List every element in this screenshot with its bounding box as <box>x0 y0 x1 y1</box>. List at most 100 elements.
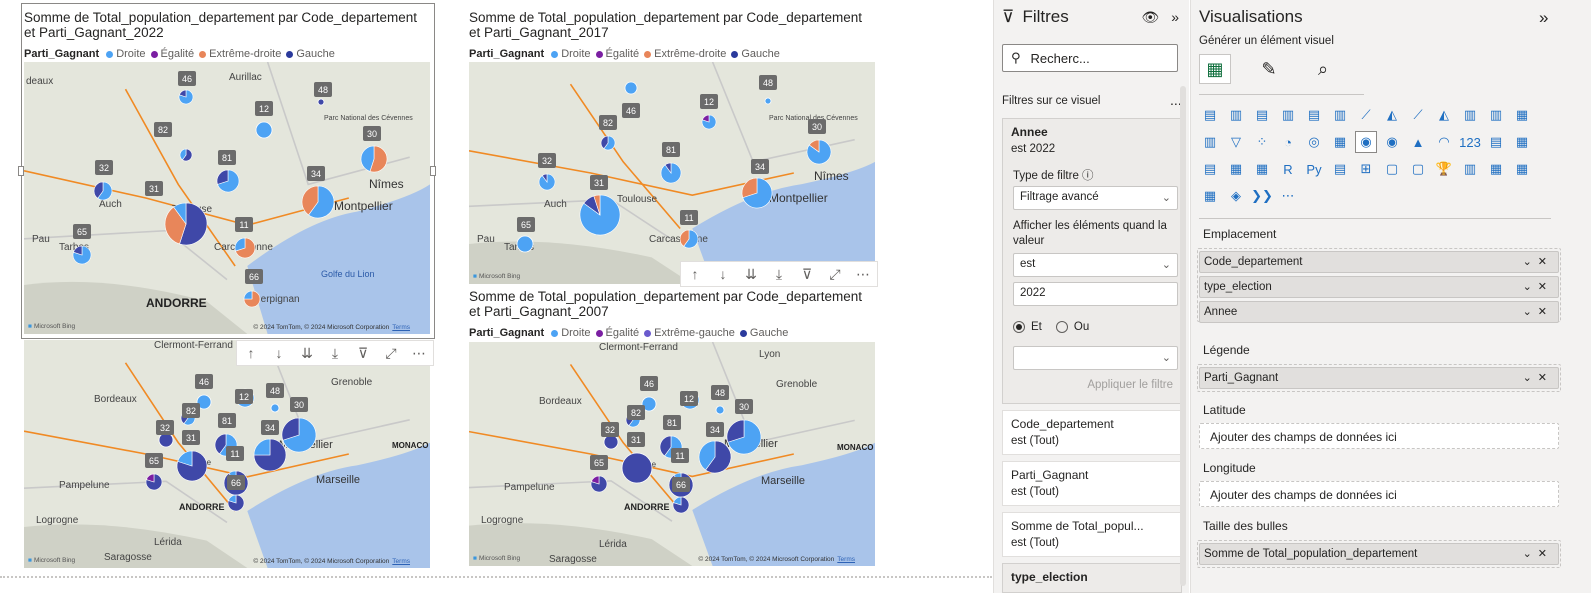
expand-next-level-icon[interactable]: ⇊ <box>740 264 762 284</box>
filters-scrollbar[interactable] <box>1180 86 1186 586</box>
visual-type-icon-43[interactable]: ⋯ <box>1277 185 1299 207</box>
collapse-pane-icon[interactable]: » <box>1539 8 1548 28</box>
pie-31[interactable] <box>164 202 208 246</box>
visual-type-icon-36[interactable]: 🏆 <box>1433 158 1455 180</box>
filter-card-annee[interactable]: Annee est 2022 Type de filtre ⓘ Filtrage… <box>1002 118 1182 404</box>
filter-card-title[interactable]: Annee <box>1011 125 1181 139</box>
visual-type-icon-37[interactable]: ▥ <box>1459 158 1481 180</box>
visual-type-icon-13[interactable]: ▦ <box>1511 104 1533 126</box>
pie-81[interactable] <box>216 169 240 193</box>
longitude-drop-zone[interactable]: Ajouter des champs de données ici <box>1199 481 1559 507</box>
operator-dropdown[interactable]: est ⌄ <box>1013 253 1178 277</box>
expand-all-icon[interactable]: ⤓ <box>324 343 346 363</box>
more-options-icon[interactable]: ⋯ <box>852 264 874 284</box>
pie-81[interactable] <box>660 162 682 184</box>
report-canvas[interactable]: Somme de Total_population_departement pa… <box>0 0 992 593</box>
build-visual-tab[interactable]: ▦ <box>1199 54 1231 84</box>
visual-type-icon-19[interactable]: ▦ <box>1329 131 1351 153</box>
pie-32[interactable] <box>538 173 556 191</box>
visual-type-icon-24[interactable]: 123 <box>1459 131 1481 153</box>
filter-type-dropdown[interactable]: Filtrage avancé ⌄ <box>1013 186 1178 210</box>
pie-65[interactable] <box>516 235 534 253</box>
terms-link[interactable]: Terms <box>392 558 410 565</box>
pie-48[interactable] <box>270 403 280 413</box>
resize-handle-left[interactable] <box>18 166 24 176</box>
visual-type-icon-1[interactable]: ▤ <box>1199 104 1221 126</box>
map-visual-2017[interactable]: Somme de Total_population_departement pa… <box>467 4 879 284</box>
pie-31[interactable] <box>621 452 653 484</box>
visual-type-icon-21[interactable]: ◉ <box>1381 131 1403 153</box>
pie-11[interactable] <box>672 496 690 514</box>
legend-item-gauche[interactable]: Gauche <box>731 48 780 60</box>
drill-down-icon[interactable]: ↓ <box>268 343 290 363</box>
map-area[interactable]: Clermont-FerrandLyonBordeauxGrenobleMont… <box>469 342 875 566</box>
filter-card-type-election[interactable]: type_election <box>1002 563 1182 593</box>
pie-32[interactable] <box>93 181 113 201</box>
well-field-code-departement[interactable]: Code_departement ⌄✕ <box>1199 251 1559 273</box>
map-svg[interactable]: Clermont-FerrandBordeauxGrenobleMontpell… <box>24 340 430 568</box>
visual-type-icon-22[interactable]: ▲ <box>1407 131 1429 153</box>
visual-type-icon-40[interactable]: ▦ <box>1199 185 1221 207</box>
terms-link[interactable]: Terms <box>392 324 410 331</box>
map-visual-bottom-left[interactable]: Clermont-FerrandBordeauxGrenobleMontpell… <box>22 338 434 570</box>
filter-icon[interactable]: ⊽ <box>352 343 374 363</box>
second-operator-dropdown[interactable]: ⌄ <box>1013 346 1178 370</box>
pie-30[interactable] <box>360 145 388 173</box>
visual-type-icon-3[interactable]: ▤ <box>1251 104 1273 126</box>
visual-type-icon-4[interactable]: ▥ <box>1277 104 1299 126</box>
legend-item-extreme-droite[interactable]: Extrême-droite <box>644 48 726 60</box>
legend-item-egalite[interactable]: Égalité <box>595 48 639 60</box>
collapse-pane-icon[interactable]: » <box>1171 9 1179 26</box>
pie-65[interactable] <box>590 475 608 493</box>
visual-type-icon-33[interactable]: ⊞ <box>1355 158 1377 180</box>
visual-type-icon-17[interactable]: ◔ <box>1277 131 1299 153</box>
radio-or[interactable] <box>1055 321 1068 333</box>
pie-48[interactable] <box>764 97 772 105</box>
more-options-icon[interactable]: ⋯ <box>408 343 430 363</box>
legend-item-droite[interactable]: Droite <box>106 48 146 60</box>
pie-30[interactable] <box>806 139 832 165</box>
visual-type-icon-14[interactable]: ▥ <box>1199 131 1221 153</box>
well-field-somme-population[interactable]: Somme de Total_population_departement ⌄✕ <box>1199 543 1559 565</box>
focus-mode-icon[interactable]: ⤢ <box>380 343 402 363</box>
visual-type-icon-9[interactable]: ⟋ <box>1407 104 1429 126</box>
pie-48[interactable] <box>715 405 725 415</box>
visual-type-icon-27[interactable]: ▤ <box>1199 158 1221 180</box>
pie-12[interactable] <box>701 114 717 130</box>
legend-item-droite[interactable]: Droite <box>551 48 591 60</box>
drill-down-icon[interactable]: ↓ <box>712 264 734 284</box>
map-svg[interactable]: Clermont-FerrandLyonBordeauxGrenobleMont… <box>469 342 875 566</box>
visual-type-icon-38[interactable]: ▦ <box>1485 158 1507 180</box>
visual-type-icon-23[interactable]: ◠ <box>1433 131 1455 153</box>
pie-32[interactable] <box>603 434 619 450</box>
pie-31[interactable] <box>176 450 208 482</box>
legend-item-droite[interactable]: Droite <box>551 327 591 339</box>
pie-48[interactable] <box>317 98 325 106</box>
visual-type-icon-7[interactable]: ⟋ <box>1355 104 1377 126</box>
map-area[interactable]: Clermont-FerrandBordeauxGrenobleMontpell… <box>24 340 430 568</box>
filter-value-input[interactable]: 2022 <box>1013 282 1178 306</box>
analytics-tab[interactable]: ⌕ <box>1307 54 1339 84</box>
filters-search-input[interactable]: ⚲ Recherc... <box>1002 44 1178 72</box>
visual-type-icon-31[interactable]: Py <box>1303 158 1325 180</box>
map-svg[interactable]: AurillacParc National des CévennesAuchTo… <box>24 62 430 334</box>
pie-34[interactable] <box>698 440 732 474</box>
visual-type-icon-30[interactable]: R <box>1277 158 1299 180</box>
pie-11[interactable] <box>227 494 245 512</box>
pie-82[interactable] <box>600 135 616 151</box>
well-field-annee[interactable]: Annee ⌄✕ <box>1199 301 1559 323</box>
visual-type-icon-39[interactable]: ▦ <box>1511 158 1533 180</box>
visual-type-icon-32[interactable]: ▤ <box>1329 158 1351 180</box>
visual-type-icon-12[interactable]: ▥ <box>1485 104 1507 126</box>
map-area[interactable]: AurillacParc National des CévennesAuchTo… <box>24 62 430 334</box>
pie-34[interactable] <box>301 185 335 219</box>
filter-card-somme-population[interactable]: Somme de Total_popul... est (Tout) <box>1002 512 1182 557</box>
visual-type-icon-25[interactable]: ▤ <box>1485 131 1507 153</box>
legend-item-extreme-droite[interactable]: Extrême-droite <box>199 48 281 60</box>
pie-34[interactable] <box>741 177 773 209</box>
expand-all-icon[interactable]: ⤓ <box>768 264 790 284</box>
filter-icon[interactable]: ⊽ <box>796 264 818 284</box>
expand-next-level-icon[interactable]: ⇊ <box>296 343 318 363</box>
pie-34[interactable] <box>253 438 287 472</box>
legend-item-gauche[interactable]: Gauche <box>286 48 335 60</box>
